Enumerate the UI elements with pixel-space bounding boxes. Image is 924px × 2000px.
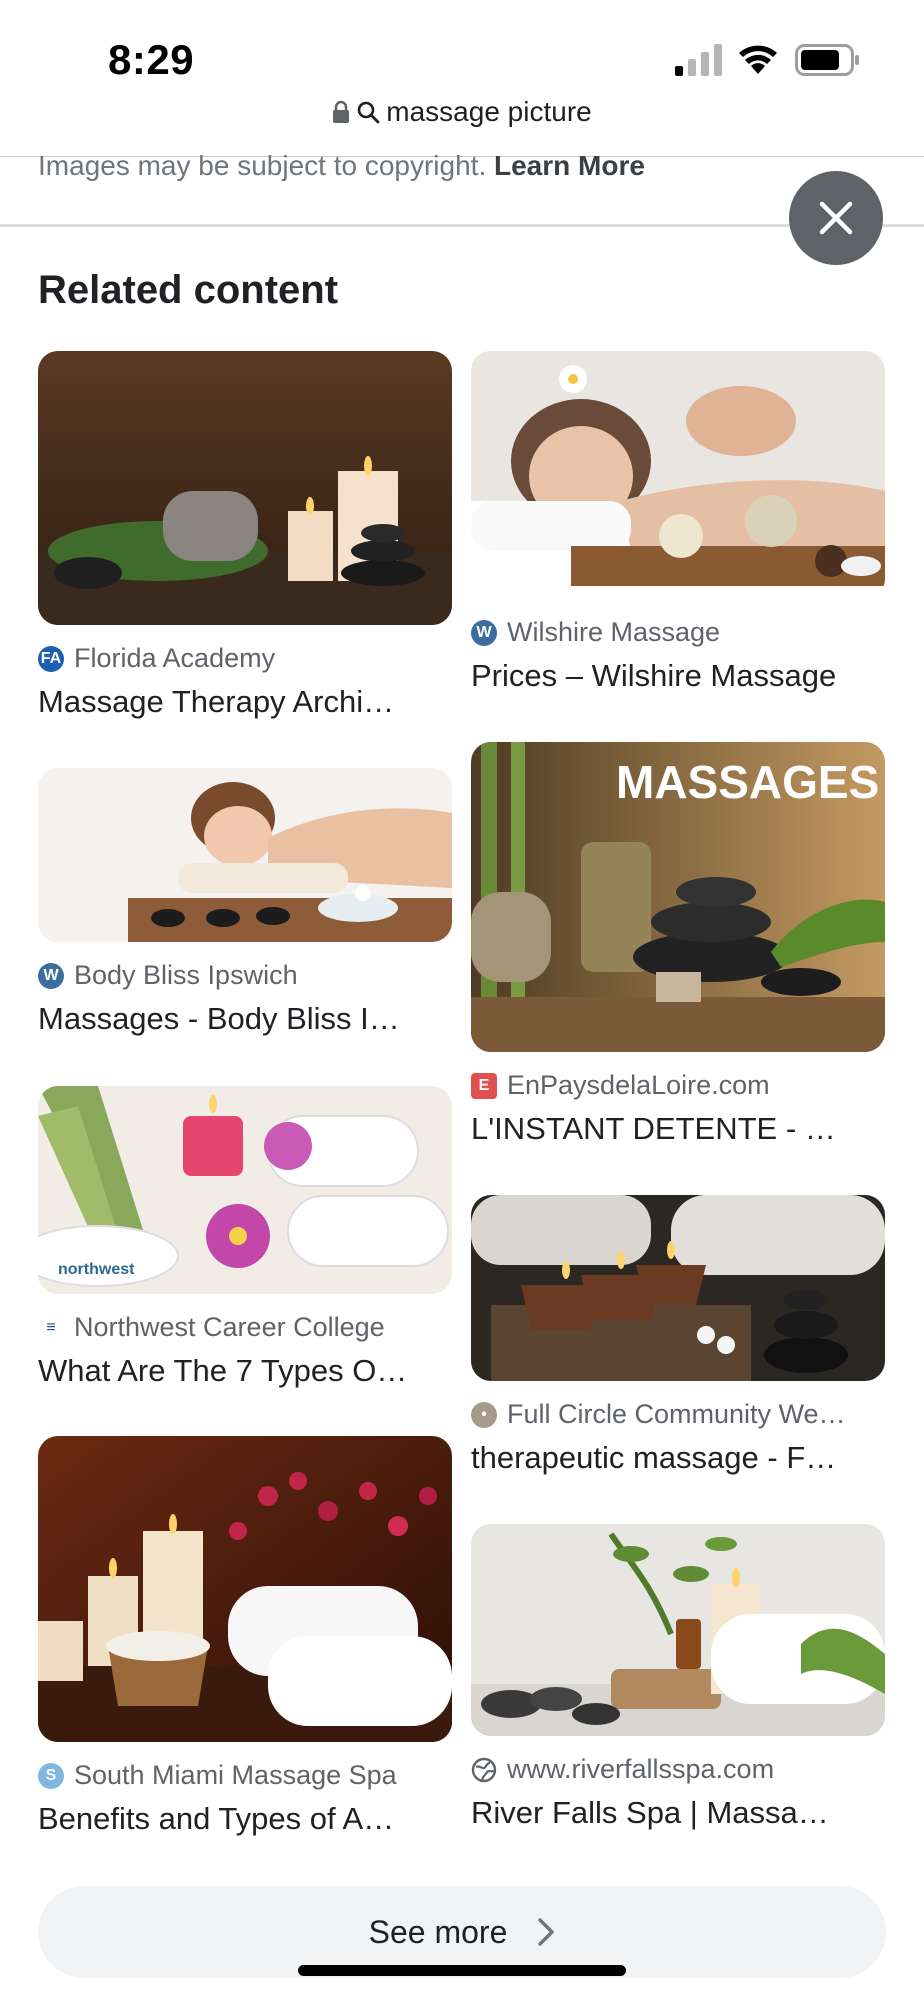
home-indicator[interactable]: [298, 1965, 626, 1976]
lock-icon: [333, 100, 350, 123]
source-name: South Miami Massage Spa: [74, 1760, 397, 1790]
result-image[interactable]: [471, 351, 885, 599]
source-name: www.riverfallsspa.com: [507, 1754, 775, 1784]
result-source: W Wilshire Massage: [471, 617, 885, 648]
image-overlay-text: MASSAGES: [616, 756, 879, 808]
result-card[interactable]: MASSAGES E EnPaysdelaLoire.com L'INSTANT…: [471, 742, 885, 1147]
result-source: S South Miami Massage Spa: [38, 1760, 452, 1791]
result-image[interactable]: [38, 1436, 452, 1742]
image-overlay-text: northwest: [58, 1261, 135, 1278]
result-image[interactable]: [38, 351, 452, 625]
result-card[interactable]: W Body Bliss Ipswich Massages - Body Bli…: [38, 768, 452, 1037]
source-name: Body Bliss Ipswich: [74, 960, 298, 990]
result-card[interactable]: W Wilshire Massage Prices – Wilshire Mas…: [471, 351, 885, 694]
result-card[interactable]: www.riverfallsspa.com River Falls Spa | …: [471, 1524, 885, 1831]
result-image[interactable]: MASSAGES: [471, 742, 885, 1052]
learn-more-link[interactable]: Learn More: [494, 150, 645, 181]
result-card[interactable]: • Full Circle Community We… therapeutic …: [471, 1195, 885, 1476]
site-favicon: E: [471, 1072, 497, 1099]
source-name: Wilshire Massage: [507, 617, 721, 647]
result-card[interactable]: S South Miami Massage Spa Benefits and T…: [38, 1436, 452, 1837]
site-favicon: •: [471, 1401, 497, 1428]
cellular-signal-icon: [675, 44, 722, 76]
result-title[interactable]: River Falls Spa | Massa…: [471, 1795, 885, 1831]
status-time: 8:29: [108, 36, 195, 83]
site-favicon: ≡: [38, 1314, 64, 1341]
result-source: ≡ Northwest Career College: [38, 1312, 452, 1343]
chevron-right-icon: [538, 1918, 555, 1946]
wordpress-icon: W: [471, 619, 497, 646]
see-more-label: See more: [368, 1913, 508, 1950]
battery-icon: [795, 44, 859, 76]
result-source: E EnPaysdelaLoire.com: [471, 1070, 885, 1101]
section-divider: [0, 224, 924, 227]
result-image[interactable]: [471, 1524, 885, 1736]
wordpress-icon: W: [38, 962, 64, 989]
copyright-text: Images may be subject to copyright.: [38, 150, 494, 181]
wifi-icon: [739, 45, 777, 74]
result-title[interactable]: therapeutic massage - F…: [471, 1440, 885, 1476]
result-image[interactable]: [471, 1195, 885, 1381]
result-title[interactable]: Massages - Body Bliss I…: [38, 1001, 452, 1037]
source-name: Full Circle Community We…: [507, 1399, 846, 1429]
globe-icon: [471, 1757, 497, 1782]
source-name: Northwest Career College: [74, 1312, 385, 1342]
result-image[interactable]: [38, 768, 452, 942]
result-title[interactable]: Massage Therapy Archi…: [38, 684, 452, 720]
source-name: Florida Academy: [74, 643, 276, 673]
result-title[interactable]: Benefits and Types of A…: [38, 1801, 452, 1837]
result-card[interactable]: northwest ≡ Northwest Career College Wha…: [38, 1086, 452, 1389]
address-bar[interactable]: massage picture: [0, 96, 924, 140]
result-title[interactable]: What Are The 7 Types O…: [38, 1353, 452, 1389]
result-card[interactable]: FA Florida Academy Massage Therapy Archi…: [38, 351, 452, 720]
copyright-notice: Images may be subject to copyright. Lear…: [38, 150, 645, 182]
result-source: www.riverfallsspa.com: [471, 1754, 885, 1785]
status-bar: 8:29: [0, 0, 924, 110]
result-source: W Body Bliss Ipswich: [38, 960, 452, 991]
result-image[interactable]: northwest: [38, 1086, 452, 1294]
search-icon: [357, 101, 380, 124]
site-favicon: FA: [38, 645, 64, 672]
result-source: • Full Circle Community We…: [471, 1399, 885, 1430]
section-title: Related content: [38, 268, 339, 312]
close-button[interactable]: [789, 171, 883, 265]
result-source: FA Florida Academy: [38, 643, 452, 674]
close-icon: [819, 201, 853, 235]
result-title[interactable]: Prices – Wilshire Massage: [471, 658, 885, 694]
url-text: massage picture: [386, 96, 592, 127]
result-title[interactable]: L'INSTANT DETENTE - …: [471, 1111, 885, 1147]
site-favicon: S: [38, 1762, 64, 1789]
source-name: EnPaysdelaLoire.com: [507, 1070, 770, 1100]
